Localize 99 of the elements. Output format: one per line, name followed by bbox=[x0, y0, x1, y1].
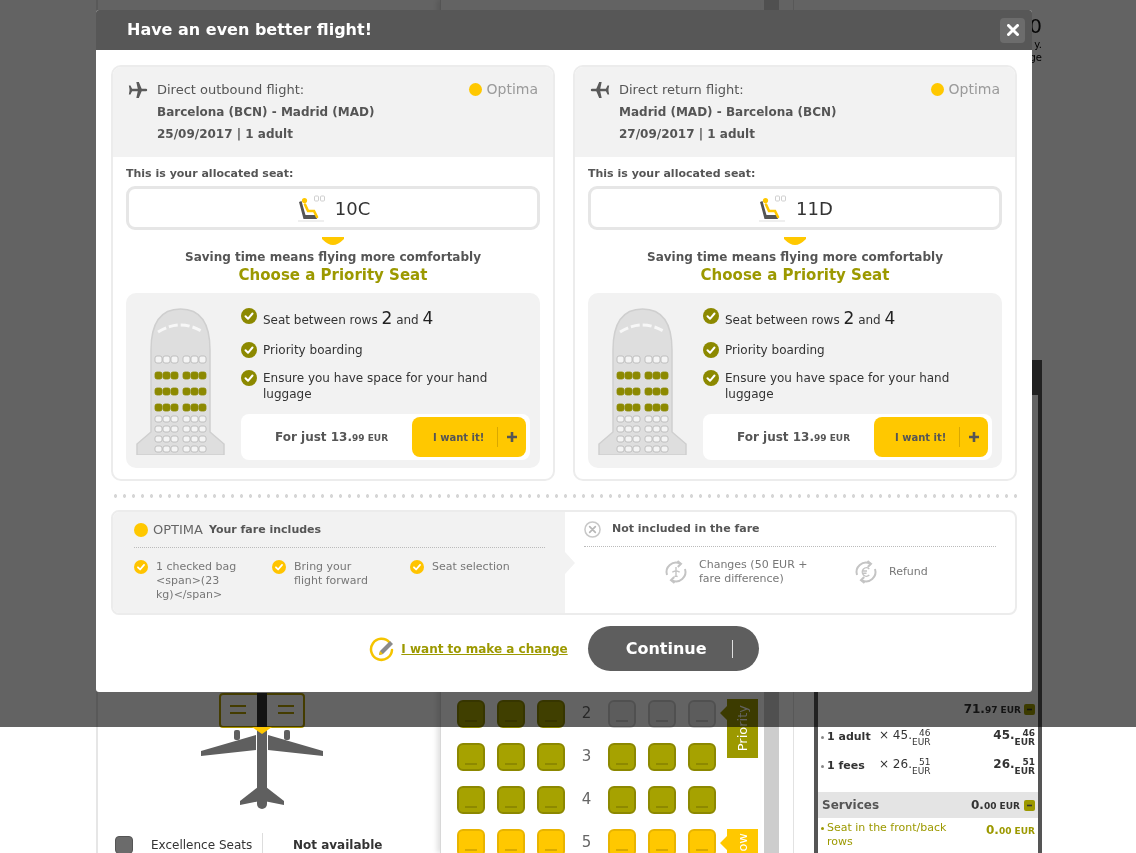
offer-subtitle: Saving time means flying more comfortably bbox=[646, 249, 944, 265]
seat[interactable] bbox=[608, 785, 636, 814]
seat-number: 10C bbox=[334, 196, 371, 221]
price-text: For just 13.99 EUR bbox=[737, 429, 851, 446]
benefit-text: Seat between rows 2 and 4 bbox=[725, 308, 897, 330]
seat[interactable] bbox=[648, 699, 676, 728]
benefit-text: Ensure you have space for your hand luggage bbox=[725, 370, 951, 402]
seat-caption: This is your allocated seat: bbox=[126, 166, 295, 182]
change-link[interactable]: I want to make a change bbox=[401, 639, 568, 658]
fare-line-label: 1 fees bbox=[827, 758, 866, 775]
price-text: For just 13.99 EUR bbox=[275, 429, 389, 446]
airplane-icon bbox=[128, 82, 148, 98]
seat[interactable] bbox=[648, 742, 676, 771]
bullet-icon bbox=[821, 827, 824, 830]
seat-caption: This is your allocated seat: bbox=[588, 166, 757, 182]
included-item-text: Bring your flight forward bbox=[294, 560, 369, 588]
down-pointer-icon bbox=[784, 237, 806, 245]
seat[interactable] bbox=[608, 742, 636, 771]
seat[interactable] bbox=[457, 699, 485, 728]
services-label: Services bbox=[822, 797, 880, 814]
seat[interactable] bbox=[497, 742, 525, 771]
legend-label: Excellence Seats bbox=[151, 836, 254, 853]
check-icon bbox=[241, 370, 257, 386]
total-amount: 71.97 EUR bbox=[963, 701, 1021, 718]
want-it-button[interactable]: I want it! bbox=[874, 417, 988, 457]
check-icon bbox=[241, 342, 257, 358]
check-icon bbox=[134, 560, 148, 574]
route-text: Madrid (MAD) - Barcelona (BCN) bbox=[619, 104, 837, 121]
x-circle-icon bbox=[584, 521, 601, 538]
route-text: Barcelona (BCN) - Madrid (MAD) bbox=[157, 104, 375, 121]
service-item-label: Seat in the front/back rows bbox=[827, 821, 948, 849]
seated-passenger-icon bbox=[757, 194, 788, 222]
want-it-button[interactable]: I want it! bbox=[412, 417, 526, 457]
seat[interactable] bbox=[537, 742, 565, 771]
check-icon bbox=[410, 560, 424, 574]
seat[interactable] bbox=[688, 742, 716, 771]
offer-title: Choose a Priority Seat bbox=[699, 265, 891, 285]
seat[interactable] bbox=[497, 785, 525, 814]
plus-icon bbox=[968, 431, 980, 443]
modal-title: Have an even better flight! bbox=[127, 19, 372, 41]
fare-name: OPTIMA bbox=[153, 521, 203, 540]
seat-number: 11D bbox=[796, 196, 833, 221]
airplane-icon bbox=[590, 82, 610, 98]
fare-line-label: 1 adult bbox=[827, 729, 872, 746]
bullet-icon bbox=[821, 765, 824, 768]
flight-direction-label: Direct outbound flight: bbox=[157, 81, 306, 99]
row-number: 4 bbox=[580, 789, 593, 811]
offer-subtitle: Saving time means flying more comfortably bbox=[184, 249, 482, 265]
fare-name: Optima bbox=[486, 80, 538, 99]
check-icon bbox=[703, 342, 719, 358]
excluded-item-text: Refund bbox=[889, 565, 929, 579]
excludes-title: Not included in the fare bbox=[612, 521, 760, 538]
close-button[interactable] bbox=[1000, 17, 1025, 43]
check-icon bbox=[703, 308, 719, 324]
check-icon bbox=[703, 370, 719, 386]
check-icon bbox=[272, 560, 286, 574]
service-amount: 0.00 EUR bbox=[986, 822, 1035, 839]
benefit-text: Priority boarding bbox=[263, 342, 364, 358]
collapse-icon[interactable] bbox=[1024, 799, 1035, 811]
seat-swatch-icon bbox=[115, 835, 133, 853]
row-number: 5 bbox=[580, 832, 593, 853]
benefit-text: Ensure you have space for your hand luggage bbox=[263, 370, 489, 402]
excluded-item-text: Changes (50 EUR + fare difference) bbox=[699, 558, 809, 586]
plus-icon bbox=[506, 431, 518, 443]
benefit-text: Priority boarding bbox=[725, 342, 826, 358]
flight-direction-label: Direct return flight: bbox=[619, 81, 745, 99]
note-fragment: y. bbox=[1034, 38, 1042, 51]
fare-name: Optima bbox=[948, 80, 1000, 99]
included-item-text: 1 checked bag <span>(23 kg)</span> bbox=[156, 560, 238, 602]
seat[interactable] bbox=[497, 699, 525, 728]
refresh-euro-icon bbox=[853, 559, 879, 585]
down-pointer-icon bbox=[322, 237, 344, 245]
benefit-text: Seat between rows 2 and 4 bbox=[263, 308, 435, 330]
pencil-icon bbox=[369, 635, 396, 662]
seat[interactable] bbox=[537, 785, 565, 814]
row-number: 2 bbox=[580, 703, 593, 725]
check-icon bbox=[241, 308, 257, 324]
seat[interactable] bbox=[608, 699, 636, 728]
seat[interactable] bbox=[457, 785, 485, 814]
offer-title: Choose a Priority Seat bbox=[237, 265, 429, 285]
refresh-plane-icon bbox=[663, 559, 689, 585]
date-passengers-text: 27/09/2017 | 1 adult bbox=[619, 126, 756, 143]
close-icon bbox=[1006, 24, 1019, 36]
row-number: 3 bbox=[580, 746, 593, 768]
continue-button[interactable]: Continue bbox=[587, 626, 759, 671]
legend-status: Not available bbox=[293, 836, 383, 853]
bullet-icon bbox=[821, 736, 824, 739]
date-passengers-text: 25/09/2017 | 1 adult bbox=[157, 126, 294, 143]
seat[interactable] bbox=[648, 785, 676, 814]
zone-flag: ow bbox=[720, 829, 758, 853]
included-item-text: Seat selection bbox=[432, 560, 511, 574]
seat[interactable] bbox=[688, 785, 716, 814]
seat[interactable] bbox=[457, 742, 485, 771]
zone-flag: Priority bbox=[720, 699, 758, 758]
seated-passenger-icon bbox=[295, 194, 326, 222]
seat[interactable] bbox=[688, 699, 716, 728]
services-amount: 0.00 EUR bbox=[971, 797, 1020, 814]
includes-title: Your fare includes bbox=[208, 521, 322, 538]
seat[interactable] bbox=[537, 699, 565, 728]
